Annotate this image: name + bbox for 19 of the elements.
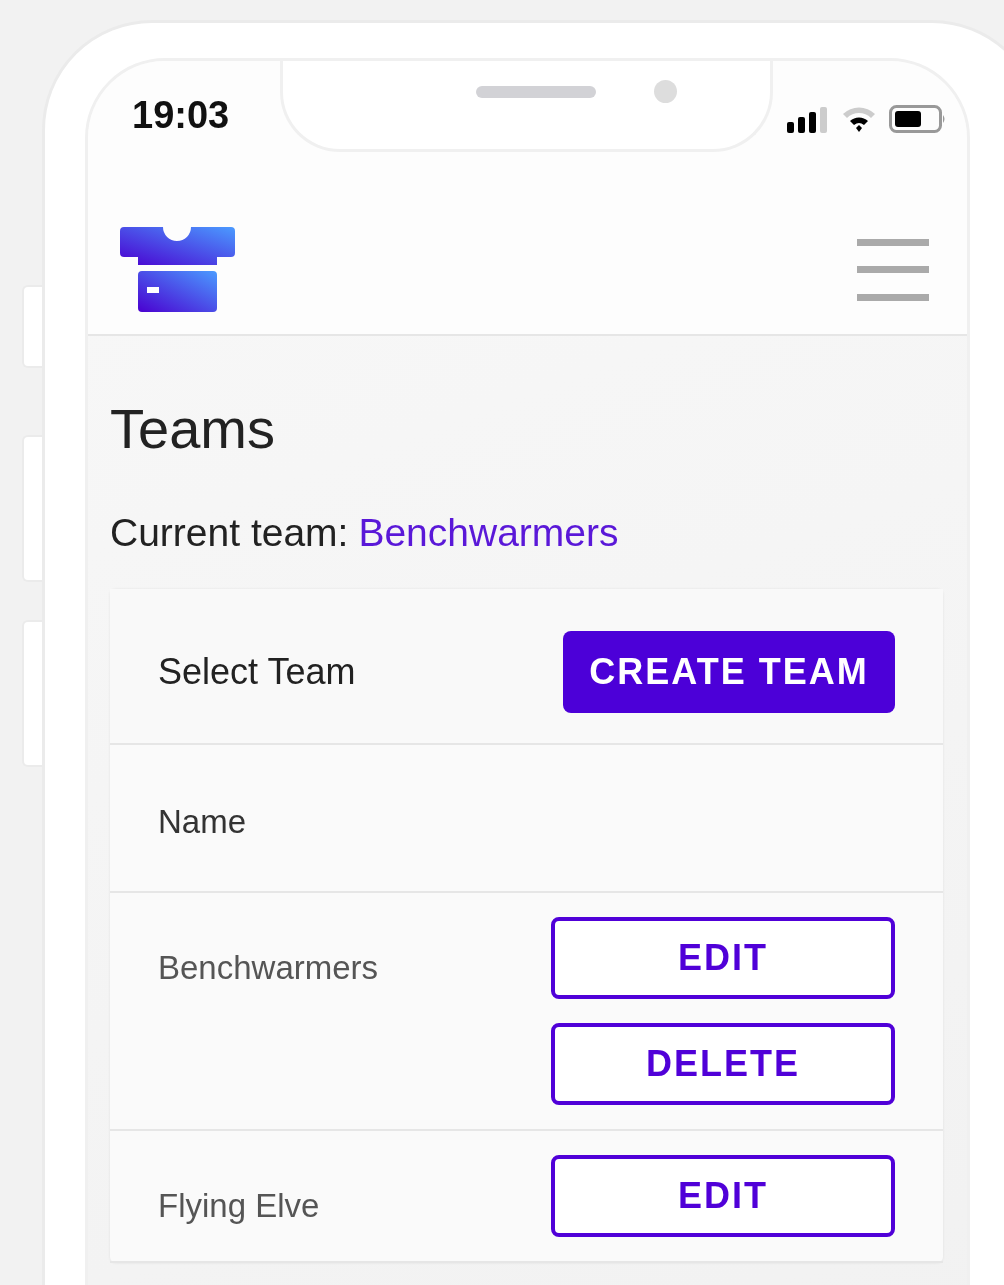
speaker-icon <box>476 86 596 98</box>
team-action-button[interactable]: EDIT <box>551 1155 895 1237</box>
wifi-icon <box>841 105 877 133</box>
camera-icon <box>654 80 677 103</box>
team-action-button[interactable]: DELETE <box>551 1023 895 1105</box>
create-team-button[interactable]: CREATE TEAM <box>563 631 895 713</box>
signal-icon <box>787 107 829 133</box>
card-title: Select Team <box>158 651 356 693</box>
current-team-link[interactable]: Benchwarmers <box>358 511 619 555</box>
team-name: Benchwarmers <box>158 949 379 987</box>
status-time: 19:03 <box>132 94 231 137</box>
current-team-label: Current team: <box>110 511 349 555</box>
column-header: Name <box>158 803 247 840</box>
page-title: Teams <box>110 396 276 461</box>
menu-icon[interactable] <box>857 238 929 301</box>
shirt-logo-icon <box>120 227 235 312</box>
team-name: Flying Elve <box>158 1187 320 1225</box>
team-action-button[interactable]: EDIT <box>551 917 895 999</box>
battery-icon <box>889 105 947 133</box>
